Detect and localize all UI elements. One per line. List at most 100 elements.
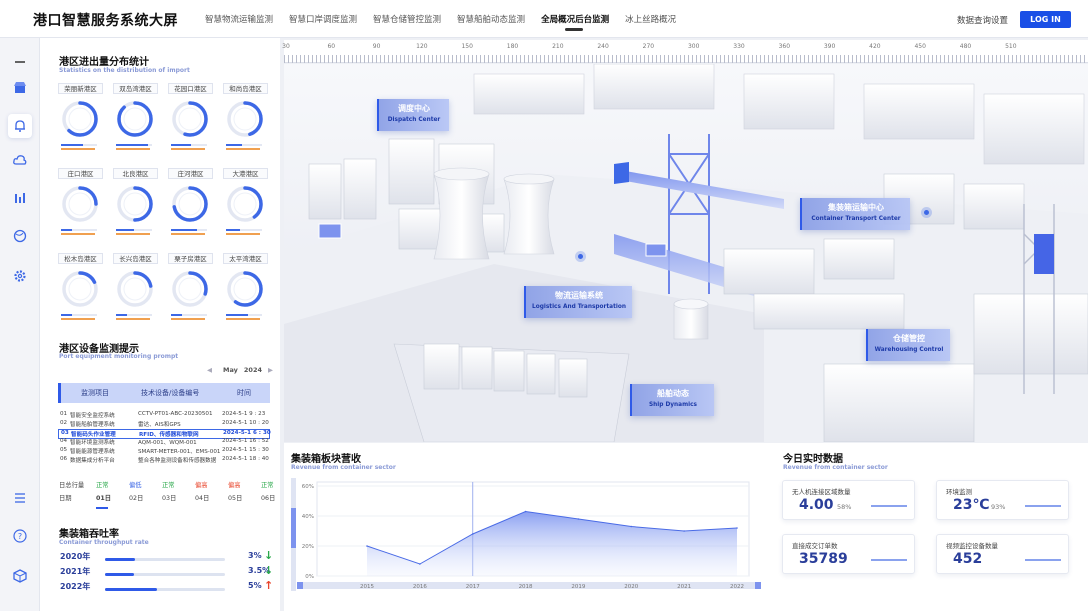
- date-cell[interactable]: 02日: [129, 493, 143, 502]
- rail-bell-icon[interactable]: [8, 114, 32, 138]
- throughput-value: 3%: [248, 551, 262, 560]
- nav-tab-5[interactable]: 全局概况后台监测: [541, 13, 609, 31]
- port-card[interactable]: 庄河港区: [168, 168, 216, 243]
- cell-item: 智能环境监测系统: [70, 440, 115, 446]
- location-dot[interactable]: [578, 254, 583, 259]
- throughput-row: 2022年 5% ↑: [58, 579, 274, 595]
- tag-logistics-label: 物流运输系统: [555, 291, 603, 300]
- col-header-item: 监测项目: [81, 389, 109, 397]
- tag-container-en: Container Transport Center: [811, 216, 901, 222]
- rail-gear-icon[interactable]: [8, 264, 32, 288]
- port-progress-ring: [227, 186, 263, 222]
- ruler-label: 420: [869, 43, 881, 50]
- rail-bar-chart-icon[interactable]: [8, 186, 32, 210]
- nav-tab-3[interactable]: 智慧仓储管控监测: [373, 13, 441, 25]
- tag-ship-dynamics[interactable]: 船舶动态 Ship Dynamics: [630, 384, 714, 416]
- ruler-ticks: [284, 55, 1088, 63]
- cell-no: 03: [61, 430, 69, 436]
- nav-tab-2[interactable]: 智慧口岸调度监测: [289, 13, 357, 25]
- date-cell[interactable]: 04日: [195, 493, 209, 502]
- month-selector: ◀ May 2024 ▶: [204, 366, 276, 374]
- tag-dispatch-center[interactable]: 调度中心 Dispatch Center: [377, 99, 449, 131]
- rail-box-icon[interactable]: [8, 564, 32, 588]
- port-card[interactable]: 庄口港区: [58, 168, 106, 243]
- chart-xtick-label: 2020: [624, 584, 638, 590]
- rail-menu-dash-icon[interactable]: [8, 50, 32, 74]
- port-name: 花园口港区: [168, 83, 213, 94]
- revenue-point: [366, 545, 368, 547]
- tag-logistics[interactable]: 物流运输系统 Logistics And Transportation: [524, 286, 632, 318]
- port-scene-3d[interactable]: 调度中心 Dispatch Center 集装箱运输中心 Container T…: [284, 64, 1088, 442]
- port-card[interactable]: 长兴岛港区: [113, 253, 161, 328]
- arrow-up-icon: ↑: [264, 579, 274, 592]
- revenue-point: [471, 533, 474, 535]
- metric-card[interactable]: 视频监控设备数量 452: [936, 534, 1069, 574]
- date-row: 日期 01日 02日 03日 04日 05日 06日: [58, 493, 275, 504]
- date-cell[interactable]: 01日: [96, 493, 111, 502]
- table-row[interactable]: 06 数据集成分析平台 整合各种监测设备和传感器数据 2024-5-1 18 : 40: [58, 456, 270, 466]
- location-dot[interactable]: [924, 210, 929, 215]
- revenue-point: [419, 563, 421, 565]
- nav-tab-6[interactable]: 冰上丝路概况: [625, 13, 676, 25]
- date-cell[interactable]: 03日: [162, 493, 176, 502]
- nav-tab-4[interactable]: 智慧船舶动态监测: [457, 13, 525, 25]
- next-month-icon[interactable]: ▶: [268, 366, 273, 374]
- port-bar-inbound: [116, 229, 134, 231]
- ruler-label: 330: [733, 43, 745, 50]
- rail-store-icon[interactable]: [8, 76, 32, 100]
- port-name: 庄河港区: [168, 168, 213, 179]
- status-row: 日总行量 正常 偏低 正常 偏高 偏高 正常: [58, 480, 274, 491]
- throughput-year: 2021年: [60, 567, 91, 576]
- nav-tab-1[interactable]: 智慧物流运输监测: [205, 13, 273, 25]
- throughput-fill: [105, 558, 135, 561]
- monitor-table-header: 监测项目 技术设备/设备编号 时间: [58, 383, 270, 403]
- port-bar-inbound: [226, 144, 243, 146]
- port-card[interactable]: 花园口港区: [168, 83, 216, 158]
- port-card[interactable]: 太平湾港区: [223, 253, 271, 328]
- tag-warehousing[interactable]: 仓储管控 Warehousing Control: [866, 329, 950, 361]
- port-bar-inbound: [226, 314, 248, 316]
- date-cell[interactable]: 06日: [261, 493, 275, 502]
- chart-hscroll-left-handle: [297, 582, 303, 589]
- cell-item: 智能安全监控系统: [70, 413, 115, 419]
- login-button[interactable]: LOG IN: [1020, 11, 1071, 28]
- cell-time: 2024-5-1 15 : 30: [222, 447, 269, 453]
- metric-card[interactable]: 环境监测 23℃ 93%: [936, 480, 1069, 520]
- port-bar-outbound: [116, 148, 150, 150]
- revenue-chart: 0% 20% 40% 60% 2015 2016 2017 2018 2019 2020 2021 2…: [291, 478, 761, 591]
- chart-ytick-label: 40%: [302, 514, 314, 520]
- rail-cloud-icon[interactable]: [8, 148, 32, 172]
- cell-no: 04: [60, 438, 68, 444]
- rail-globe-icon[interactable]: [8, 224, 32, 248]
- rail-help-icon[interactable]: ?: [8, 524, 32, 548]
- date-cell[interactable]: 05日: [228, 493, 242, 502]
- port-card[interactable]: 大港港区: [223, 168, 271, 243]
- port-card[interactable]: 荣丽新港区: [58, 83, 106, 158]
- port-card[interactable]: 栗子房港区: [168, 253, 216, 328]
- port-card[interactable]: 北良港区: [113, 168, 161, 243]
- port-progress-ring: [172, 271, 208, 307]
- port-bar-outbound: [226, 318, 260, 320]
- port-card[interactable]: 双岛湾港区: [113, 83, 161, 158]
- metric-card[interactable]: 无人机连接区域数量 4.00 58%: [782, 480, 915, 520]
- store-icon: [14, 82, 26, 93]
- tag-container-transport[interactable]: 集装箱运输中心 Container Transport Center: [800, 198, 910, 230]
- throughput-title: 集装箱吞吐率: [59, 529, 119, 540]
- cell-item: 智能船舶管理系统: [70, 422, 115, 428]
- query-settings-link[interactable]: 数据查询设置: [957, 14, 1008, 26]
- cell-time: 2024-5-1 6 : 30: [223, 430, 271, 436]
- port-bar-outbound: [226, 233, 260, 235]
- rail-list-icon[interactable]: [8, 486, 32, 510]
- port-bar-outbound: [226, 148, 260, 150]
- cell-device: RFID、传感器和物联网: [139, 432, 199, 438]
- metric-card[interactable]: 直接成交订单数 35789: [782, 534, 915, 574]
- cell-item: 数据集成分析平台: [70, 458, 115, 464]
- col-header-time: 时间: [237, 389, 251, 397]
- port-progress-ring: [117, 186, 153, 222]
- status-cell: 正常: [261, 482, 274, 489]
- cell-time: 2024-5-1 9 : 23: [222, 411, 266, 417]
- app-title: 港口智慧服务系统大屏: [33, 13, 178, 29]
- port-card[interactable]: 和尚岛港区: [223, 83, 271, 158]
- prev-month-icon[interactable]: ◀: [207, 366, 212, 374]
- port-card[interactable]: 松木岛港区: [58, 253, 106, 328]
